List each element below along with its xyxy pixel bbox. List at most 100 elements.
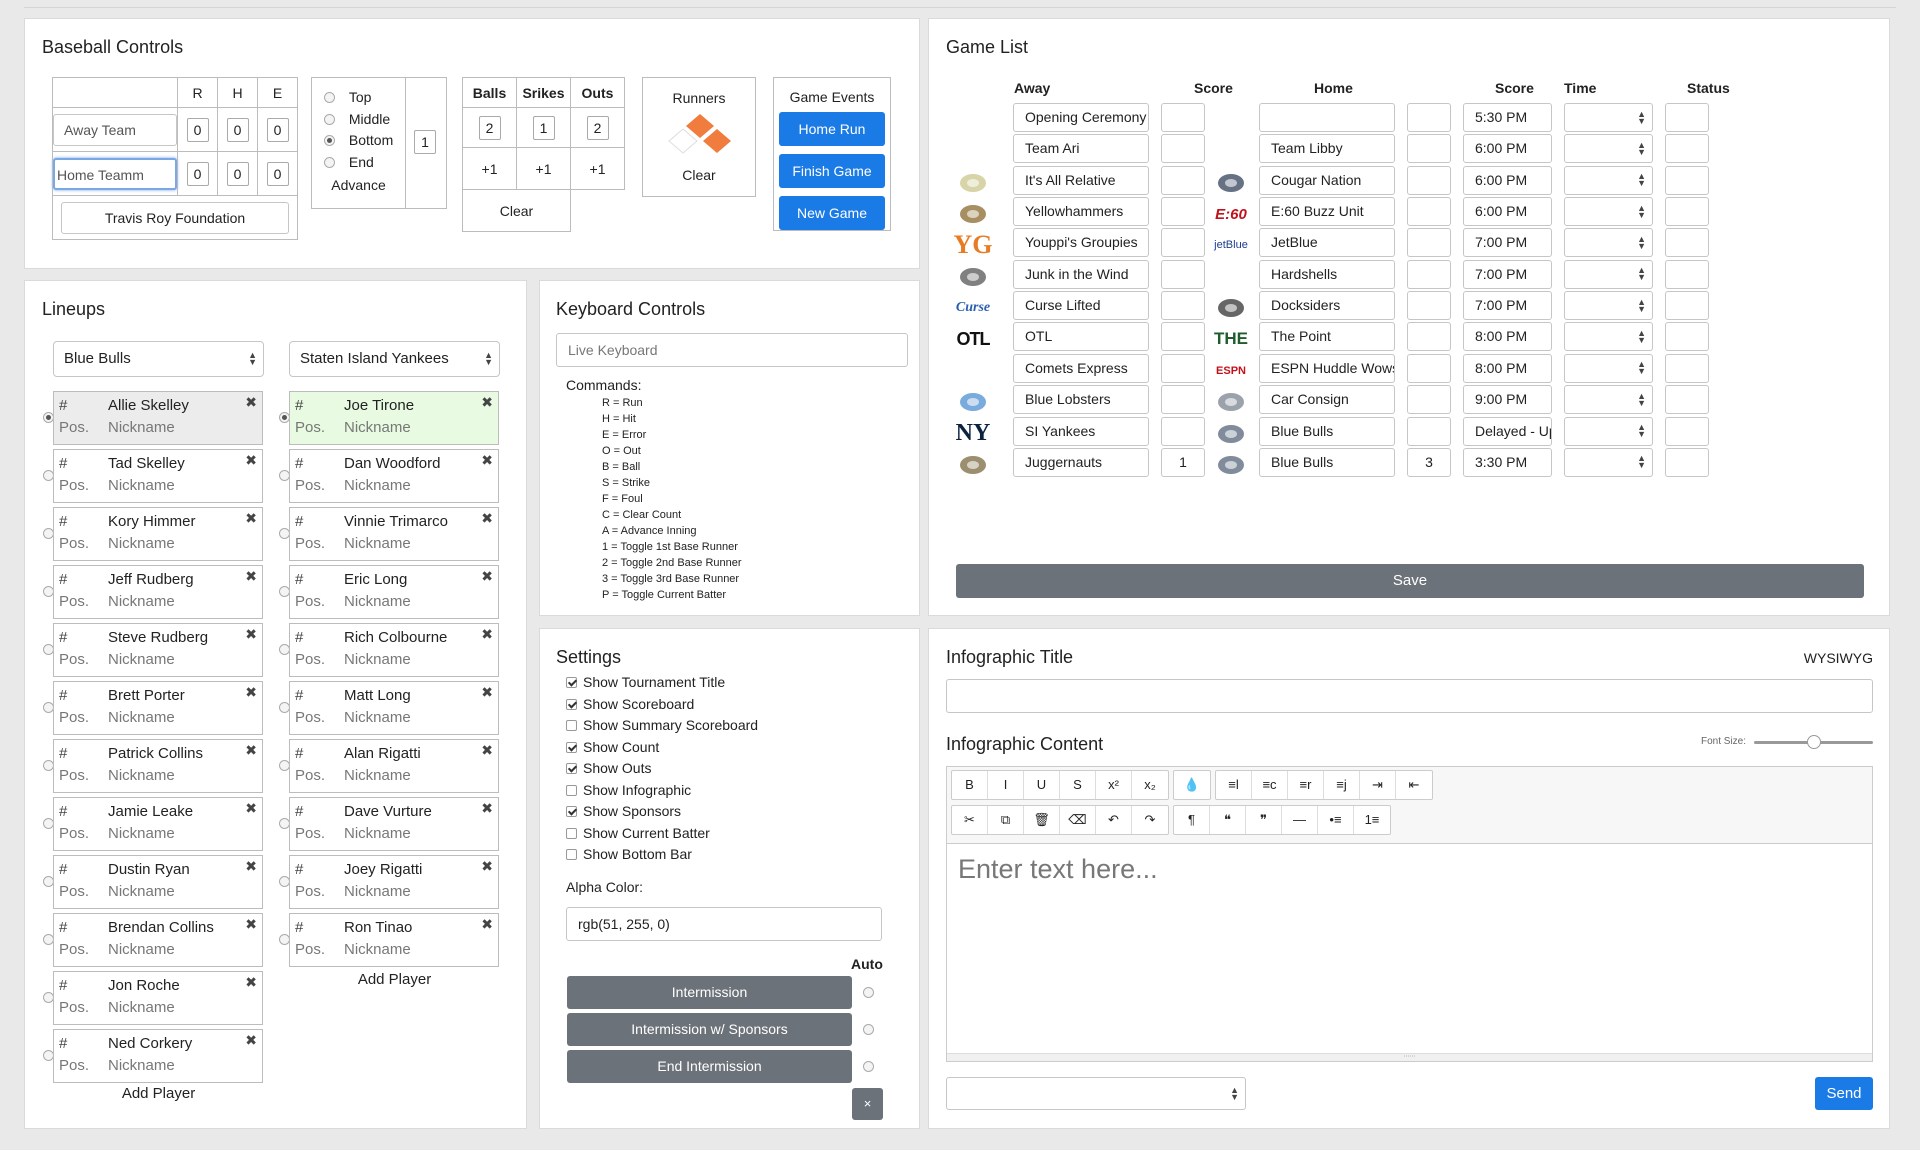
game-extra-input[interactable] [1665, 322, 1709, 352]
player-nickname[interactable]: Nickname [344, 477, 411, 494]
status-select[interactable]: ▲ ▼ [1564, 291, 1653, 321]
player-card[interactable]: # Pos. Joe Tirone Nickname ✖ [289, 391, 499, 445]
away-runs-input[interactable]: 0 [186, 117, 209, 142]
remove-player-icon[interactable]: ✖ [481, 452, 493, 469]
time-input[interactable]: 7:00 PM [1463, 259, 1552, 289]
player-nickname[interactable]: Nickname [344, 767, 411, 784]
player-number[interactable]: # [59, 397, 67, 414]
save-button[interactable]: Save [956, 564, 1864, 598]
count-clear-button[interactable]: Clear [462, 189, 571, 232]
end-intermission-button[interactable]: End Intermission [567, 1050, 852, 1083]
home-team-select[interactable]: Staten Island Yankees ▲ ▼ [289, 341, 500, 377]
player-position[interactable]: Pos. [59, 477, 89, 494]
cut-icon[interactable]: ✂ [952, 806, 988, 834]
status-select[interactable]: ▲ ▼ [1564, 228, 1653, 258]
setting-checkbox[interactable] [566, 827, 577, 839]
player-position[interactable]: Pos. [59, 419, 89, 436]
away-team-input[interactable]: Yellowhammers [1013, 197, 1149, 227]
auto-end-intermission-radio[interactable] [863, 1061, 874, 1072]
game-extra-input[interactable] [1665, 228, 1709, 258]
bullet-list-icon[interactable]: •≡ [1318, 806, 1354, 834]
inning-radio[interactable] [324, 156, 335, 168]
player-position[interactable]: Pos. [59, 535, 89, 552]
away-score-input[interactable] [1161, 228, 1205, 258]
away-team-input[interactable]: Opening Ceremony [1013, 103, 1149, 132]
player-position[interactable]: Pos. [295, 477, 325, 494]
time-input[interactable]: 7:00 PM [1463, 291, 1552, 321]
status-select[interactable]: ▲ ▼ [1564, 447, 1653, 477]
away-score-input[interactable] [1161, 165, 1205, 195]
live-keyboard-input[interactable]: Live Keyboard [556, 333, 908, 367]
player-name[interactable]: Alan Rigatti [344, 745, 421, 762]
player-card[interactable]: # Pos. Kory Himmer Nickname ✖ [53, 507, 263, 561]
player-card[interactable]: # Pos. Rich Colbourne Nickname ✖ [289, 623, 499, 677]
player-nickname[interactable]: Nickname [108, 767, 175, 784]
remove-player-icon[interactable]: ✖ [481, 800, 493, 817]
player-card[interactable]: # Pos. Tad Skelley Nickname ✖ [53, 449, 263, 503]
outdent-icon[interactable]: ⇤ [1396, 771, 1432, 799]
home-team-input[interactable]: E:60 Buzz Unit [1259, 197, 1395, 227]
away-team-input[interactable]: It's All Relative [1013, 165, 1149, 195]
game-extra-input[interactable] [1665, 353, 1709, 383]
player-number[interactable]: # [59, 687, 67, 704]
player-name[interactable]: Allie Skelley [108, 397, 189, 414]
home-team-input[interactable]: ESPN Huddle Wows [1259, 353, 1395, 383]
underline-icon[interactable]: U [1024, 771, 1060, 799]
time-input[interactable]: 6:00 PM [1463, 197, 1552, 227]
away-team-select[interactable]: Blue Bulls ▲ ▼ [53, 341, 264, 377]
home-score-input[interactable]: 3 [1407, 447, 1451, 477]
away-score-input[interactable] [1161, 353, 1205, 383]
status-select[interactable]: ▲ ▼ [1564, 103, 1653, 132]
home-team-input[interactable]: Docksiders [1259, 291, 1395, 321]
away-errors-input[interactable]: 0 [266, 117, 289, 142]
player-number[interactable]: # [295, 919, 303, 936]
setting-option[interactable]: Show Tournament Title [566, 674, 725, 690]
inning-middle[interactable]: Middle [324, 109, 393, 131]
inning-top[interactable]: Top [324, 87, 393, 109]
advance-button[interactable]: Advance [312, 177, 405, 193]
player-nickname[interactable]: Nickname [344, 941, 411, 958]
third-base[interactable] [668, 128, 698, 154]
infographic-title-input[interactable] [946, 679, 1873, 713]
player-number[interactable]: # [295, 397, 303, 414]
player-number[interactable]: # [59, 919, 67, 936]
player-name[interactable]: Vinnie Trimarco [344, 513, 448, 530]
outs-input[interactable]: 2 [586, 115, 609, 140]
editor-resize-handle[interactable]: ⋯⋯ [947, 1053, 1872, 1061]
remove-player-icon[interactable]: ✖ [245, 974, 257, 991]
home-runs-input[interactable]: 0 [186, 161, 209, 186]
player-number[interactable]: # [295, 803, 303, 820]
player-nickname[interactable]: Nickname [344, 419, 411, 436]
player-nickname[interactable]: Nickname [108, 651, 175, 668]
player-card[interactable]: # Pos. Ron Tinao Nickname ✖ [289, 913, 499, 967]
game-extra-input[interactable] [1665, 197, 1709, 227]
player-name[interactable]: Joey Rigatti [344, 861, 422, 878]
away-team-input[interactable]: Youppi's Groupies [1013, 228, 1149, 258]
intermission-sponsors-button[interactable]: Intermission w/ Sponsors [567, 1013, 852, 1046]
editor-content[interactable]: Enter text here... [947, 843, 1872, 1053]
player-card[interactable]: # Pos. Patrick Collins Nickname ✖ [53, 739, 263, 793]
setting-option[interactable]: Show Summary Scoreboard [566, 717, 758, 733]
remove-player-icon[interactable]: ✖ [481, 394, 493, 411]
player-number[interactable]: # [59, 977, 67, 994]
player-name[interactable]: Steve Rudberg [108, 629, 208, 646]
player-name[interactable]: Joe Tirone [344, 397, 414, 414]
player-position[interactable]: Pos. [295, 419, 325, 436]
player-number[interactable]: # [295, 745, 303, 762]
status-select[interactable]: ▲ ▼ [1564, 165, 1653, 195]
setting-option[interactable]: Show Bottom Bar [566, 846, 692, 862]
player-card[interactable]: # Pos. Jamie Leake Nickname ✖ [53, 797, 263, 851]
home-score-input[interactable] [1407, 103, 1451, 132]
player-nickname[interactable]: Nickname [108, 883, 175, 900]
time-input[interactable]: 6:00 PM [1463, 165, 1552, 195]
game-extra-input[interactable] [1665, 447, 1709, 477]
away-score-input[interactable] [1161, 416, 1205, 446]
player-position[interactable]: Pos. [295, 709, 325, 726]
runners-clear-button[interactable]: Clear [643, 167, 755, 183]
setting-option[interactable]: Show Infographic [566, 782, 691, 798]
remove-player-icon[interactable]: ✖ [245, 510, 257, 527]
away-score-input[interactable] [1161, 291, 1205, 321]
remove-player-icon[interactable]: ✖ [481, 858, 493, 875]
player-nickname[interactable]: Nickname [344, 883, 411, 900]
home-hits-input[interactable]: 0 [226, 161, 249, 186]
